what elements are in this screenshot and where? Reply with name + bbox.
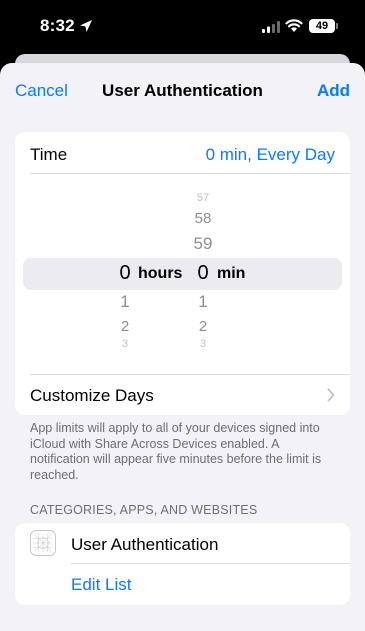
apps-card: User Authentication Edit List [15, 523, 350, 605]
battery-tip [336, 23, 338, 29]
minutes-option[interactable]: 2 [188, 318, 218, 335]
minutes-option[interactable]: 58 [188, 210, 218, 227]
hours-unit: hours [138, 265, 183, 282]
battery-icon: 49 [309, 19, 335, 33]
minutes-option[interactable]: 59 [188, 234, 218, 254]
minutes-option[interactable]: 57 [188, 192, 218, 202]
divider [30, 173, 350, 174]
minutes-option[interactable]: 3 [188, 338, 218, 348]
minutes-option[interactable]: 1 [188, 292, 218, 312]
edit-list-button[interactable]: Edit List [71, 575, 131, 595]
add-button[interactable]: Add [317, 81, 350, 101]
page-title: User Authentication [102, 81, 263, 100]
minutes-selected[interactable]: 0 [188, 262, 218, 285]
app-name: User Authentication [71, 535, 219, 554]
hours-option[interactable]: 2 [110, 318, 140, 335]
status-time: 8:32 [40, 16, 75, 35]
divider [71, 563, 350, 564]
minutes-unit: min [217, 265, 246, 282]
hours-option[interactable]: 3 [110, 338, 140, 348]
section-header: CATEGORIES, APPS, AND WEBSITES [30, 503, 258, 517]
hours-selected[interactable]: 0 [110, 262, 140, 285]
time-label: Time [30, 145, 68, 164]
wifi-icon [285, 19, 303, 32]
location-arrow-icon [80, 20, 92, 32]
cellular-signal-icon [262, 21, 280, 33]
divider [30, 374, 350, 375]
modal-sheet: Cancel User Authentication Add Time 0 mi… [0, 63, 365, 631]
time-value[interactable]: 0 min, Every Day [206, 145, 335, 165]
hours-option[interactable]: 1 [110, 292, 140, 312]
picker-selection-band [23, 258, 342, 290]
app-placeholder-icon [30, 530, 56, 556]
status-bar: 8:32 49 [0, 0, 365, 54]
chevron-right-icon [327, 388, 335, 402]
app-limits-footnote: App limits will apply to all of your dev… [30, 421, 322, 482]
customize-days-label: Customize Days [30, 386, 154, 405]
time-settings-card: Time 0 min, Every Day 0 hours 1 2 3 57 5… [15, 132, 350, 415]
